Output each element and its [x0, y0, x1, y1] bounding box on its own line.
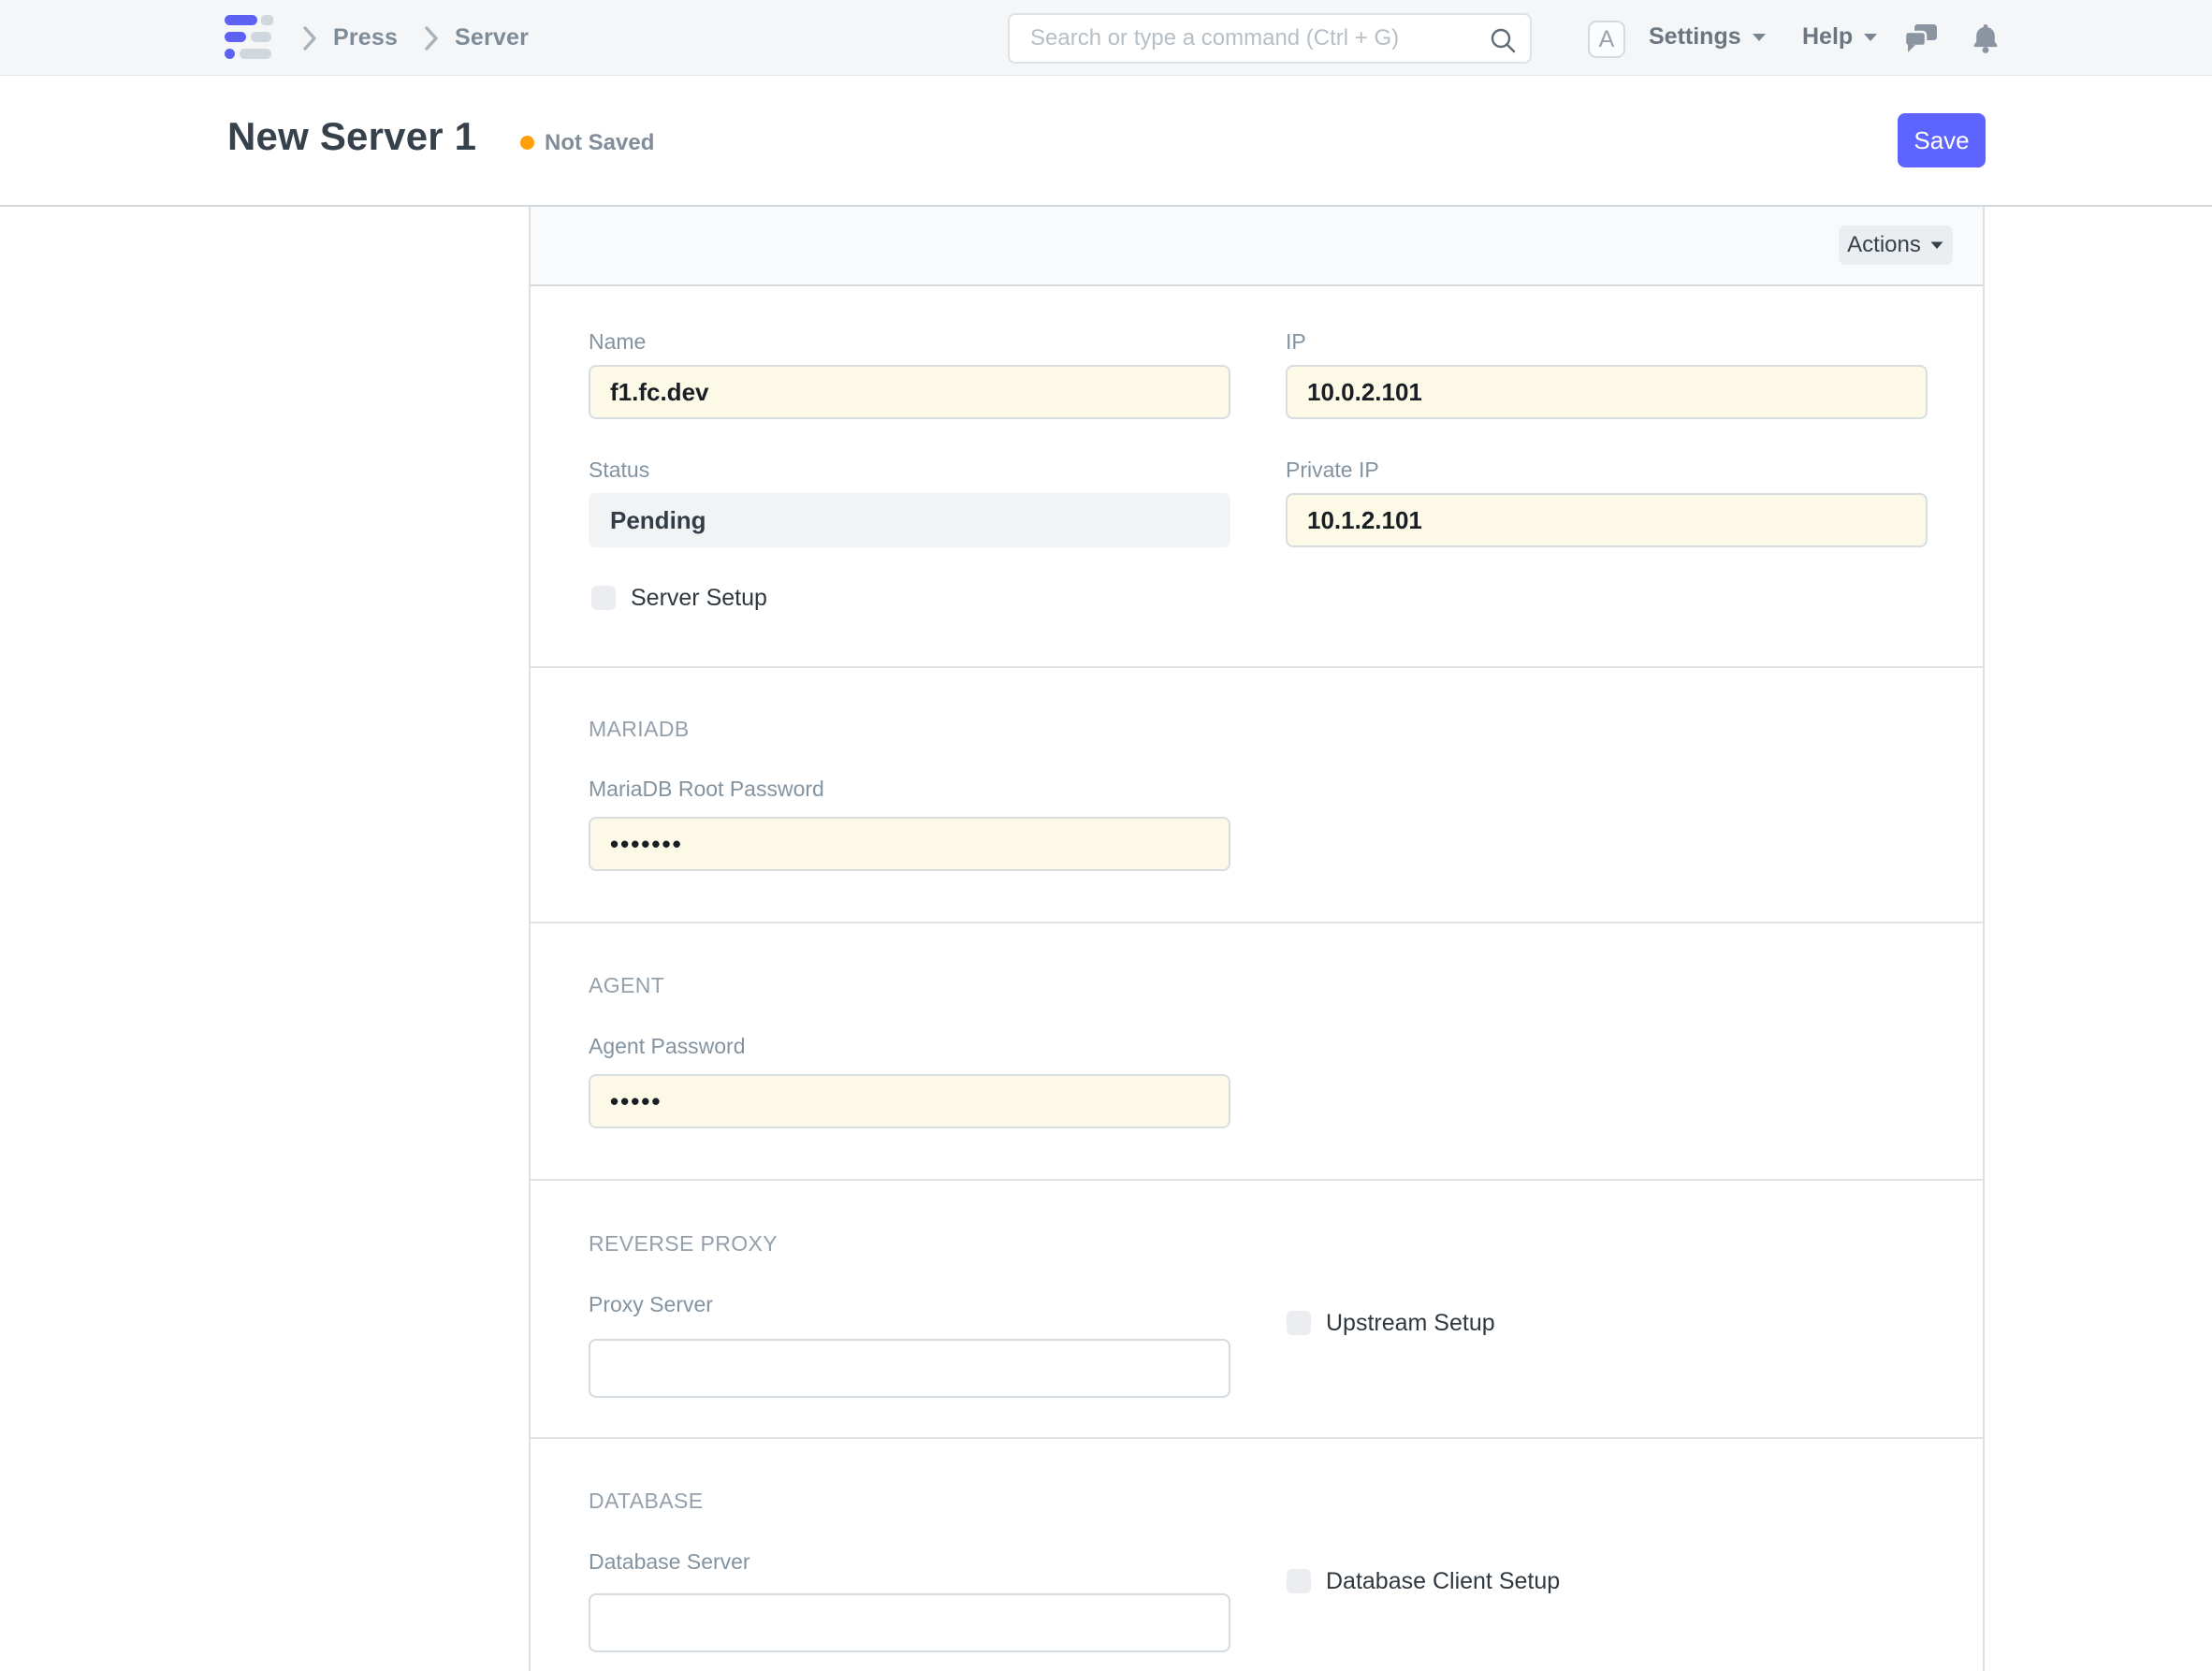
- server-setup-label: Server Setup: [631, 586, 767, 610]
- database-client-setup-checkbox[interactable]: [1287, 1569, 1311, 1593]
- section-heading-agent: AGENT: [589, 973, 664, 998]
- form-container-border-left: [529, 207, 531, 1671]
- status-value: Pending: [589, 493, 1230, 547]
- logo-cell: [225, 15, 257, 25]
- ip-input[interactable]: [1286, 365, 1928, 419]
- breadcrumb-item-press[interactable]: Press: [333, 24, 398, 51]
- field-label-proxy-server: Proxy Server: [589, 1292, 713, 1317]
- section-heading-mariadb: MARIADB: [589, 717, 690, 742]
- logo-cell: [240, 49, 271, 59]
- chevron-down-icon: [1751, 32, 1768, 43]
- bell-icon: [1970, 22, 2001, 56]
- actions-button-label: Actions: [1847, 232, 1921, 258]
- section-heading-database: DATABASE: [589, 1489, 704, 1514]
- help-menu-label: Help: [1802, 23, 1853, 51]
- breadcrumb-item-server[interactable]: Server: [455, 24, 529, 51]
- avatar-initial: A: [1599, 26, 1615, 53]
- chat-icon: [1903, 21, 1939, 56]
- actions-button[interactable]: Actions: [1839, 225, 1953, 265]
- chat-button[interactable]: [1903, 21, 1939, 61]
- mariadb-root-password-input[interactable]: [589, 817, 1230, 871]
- settings-menu-label: Settings: [1649, 23, 1741, 51]
- section-divider: [531, 666, 1983, 668]
- private-ip-input[interactable]: [1286, 493, 1928, 547]
- search-icon: [1489, 26, 1517, 54]
- field-label-ip: IP: [1286, 329, 1306, 355]
- upstream-setup-label: Upstream Setup: [1326, 1311, 1495, 1335]
- database-server-input[interactable]: [589, 1593, 1230, 1652]
- field-label-private-ip: Private IP: [1286, 458, 1379, 483]
- field-label-status: Status: [589, 458, 649, 483]
- server-setup-checkbox[interactable]: [591, 586, 616, 610]
- chevron-right-icon: [423, 25, 440, 51]
- settings-menu[interactable]: Settings: [1649, 23, 1768, 51]
- chevron-down-icon: [1862, 32, 1879, 43]
- status-indicator-label: Not Saved: [545, 130, 654, 156]
- field-label-database-server: Database Server: [589, 1549, 750, 1575]
- form-container-border-right: [1983, 207, 1985, 1671]
- chevron-right-icon: [301, 25, 318, 51]
- section-divider: [531, 1179, 1983, 1181]
- section-divider: [531, 1437, 1983, 1439]
- field-label-name: Name: [589, 329, 646, 355]
- save-button[interactable]: Save: [1898, 113, 1986, 167]
- app-logo-icon[interactable]: [225, 15, 273, 59]
- section-heading-reverse-proxy: REVERSE PROXY: [589, 1231, 778, 1257]
- section-divider: [531, 922, 1983, 923]
- notifications-button[interactable]: [1970, 22, 2001, 61]
- page-title: New Server 1: [227, 114, 476, 159]
- field-label-mariadb-root-password: MariaDB Root Password: [589, 777, 824, 802]
- field-label-agent-password: Agent Password: [589, 1034, 745, 1059]
- help-menu[interactable]: Help: [1802, 23, 1879, 51]
- global-search: [1008, 13, 1532, 64]
- form-toolbar: [531, 207, 1983, 286]
- user-avatar[interactable]: A: [1588, 21, 1625, 58]
- logo-cell: [225, 49, 235, 59]
- name-input[interactable]: [589, 365, 1230, 419]
- logo-cell: [225, 32, 246, 42]
- status-indicator-dot: [520, 136, 534, 150]
- upstream-setup-checkbox[interactable]: [1287, 1311, 1311, 1335]
- logo-cell: [261, 15, 273, 25]
- agent-password-input[interactable]: [589, 1074, 1230, 1128]
- search-input[interactable]: [1010, 15, 1530, 62]
- database-client-setup-label: Database Client Setup: [1326, 1569, 1560, 1593]
- proxy-server-input[interactable]: [589, 1339, 1230, 1398]
- chevron-down-icon: [1929, 240, 1944, 251]
- logo-cell: [251, 32, 271, 42]
- top-navbar: Press Server A Settings Help: [0, 0, 2212, 76]
